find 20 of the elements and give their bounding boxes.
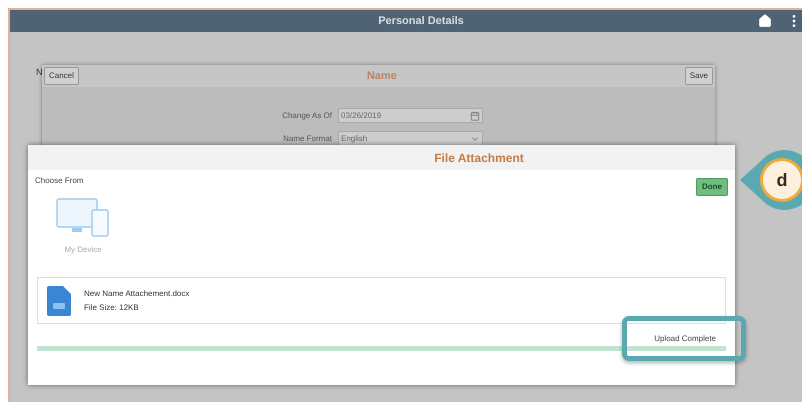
file-size: File Size: 12KB — [84, 302, 140, 314]
date-field[interactable]: 03/26/2019 — [338, 108, 483, 123]
document-icon — [46, 284, 72, 316]
upload-status: Upload Complete — [654, 333, 716, 345]
calendar-icon[interactable] — [470, 110, 480, 120]
background-label: N — [36, 66, 42, 79]
save-button[interactable]: Save — [684, 67, 713, 85]
cancel-button[interactable]: Cancel — [44, 67, 79, 85]
done-button[interactable]: Done — [696, 178, 728, 196]
home-icon[interactable] — [758, 14, 772, 28]
field-label: Name Format — [282, 132, 332, 144]
section-label: Choose From — [35, 175, 84, 187]
dialog-title: File Attachment — [434, 150, 524, 166]
select-field[interactable]: English — [338, 131, 483, 146]
file-name: New Name Attachement.docx — [84, 288, 190, 300]
dialog-title: Name — [366, 68, 397, 84]
device-icon[interactable] — [56, 198, 110, 238]
field-label: Change As Of — [281, 110, 332, 122]
device-label: My Device — [64, 244, 102, 256]
window-title: Personal Details — [378, 14, 464, 29]
